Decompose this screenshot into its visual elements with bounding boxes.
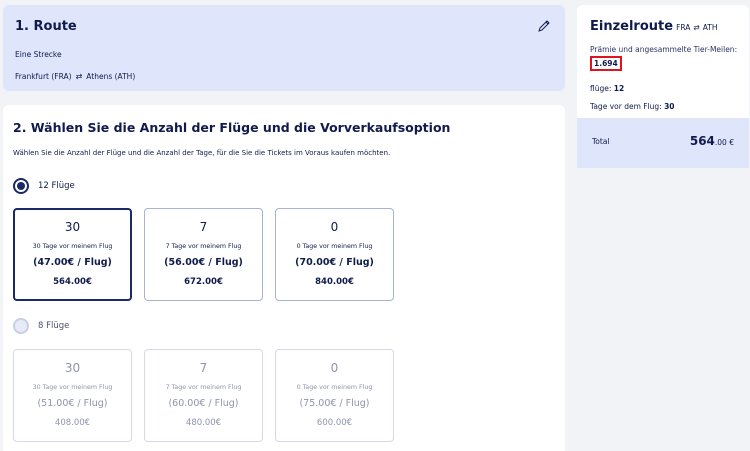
flights-label: flüge: bbox=[590, 84, 612, 93]
tier-miles-value: 1.694 bbox=[590, 56, 622, 71]
tier-miles-label: Prämie und angesammelte Tier-Meilen: bbox=[590, 45, 738, 54]
card-days: 30 bbox=[64, 361, 81, 375]
option-card-0-days[interactable]: 0 0 Tage vor meinem Flug (75.00€ / Flug)… bbox=[275, 349, 394, 442]
radio-label: 12 Flüge bbox=[38, 181, 75, 191]
radio-button-selected[interactable] bbox=[13, 178, 29, 194]
route-path: Frankfurt (FRA) ⇄ Athens (ATH) bbox=[15, 72, 135, 81]
days-value: 30 bbox=[664, 102, 675, 111]
card-price: 564.00€ bbox=[53, 277, 92, 287]
total-bar: Total 564.00 € bbox=[577, 118, 749, 168]
total-main: 564 bbox=[689, 134, 715, 148]
summary-title-row: Einzelroute FRA ⇄ ATH bbox=[590, 19, 718, 34]
option-card-7-days[interactable]: 7 7 Tage vor meinem Flug (60.00€ / Flug)… bbox=[144, 349, 263, 442]
option-cards-8: 30 30 Tage vor meinem Flug (51.00€ / Flu… bbox=[13, 349, 394, 442]
card-price: 408.00€ bbox=[54, 418, 91, 428]
option-card-30-days[interactable]: 30 30 Tage vor meinem Flug (51.00€ / Flu… bbox=[13, 349, 132, 442]
option-cards-12: 30 30 Tage vor meinem Flug (47.00€ / Flu… bbox=[13, 208, 394, 301]
card-per-flight: (60.00€ / Flug) bbox=[168, 398, 239, 409]
section-subtitle: Wählen Sie die Anzahl der Flüge und die … bbox=[13, 149, 391, 157]
card-days: 0 bbox=[330, 220, 339, 234]
destination-code: ATH bbox=[702, 23, 718, 32]
flights-count-row: flüge: 12 bbox=[590, 84, 624, 93]
route-origin: Frankfurt (FRA) bbox=[15, 72, 72, 81]
route-type: Eine Strecke bbox=[15, 50, 62, 59]
days-before-row: Tage vor dem Flug: 30 bbox=[590, 102, 675, 111]
flights-value: 12 bbox=[613, 84, 625, 93]
option-card-7-days[interactable]: 7 7 Tage vor meinem Flug (56.00€ / Flug)… bbox=[144, 208, 263, 301]
radio-label: 8 Flüge bbox=[38, 321, 70, 331]
summary-route-codes: FRA ⇄ ATH bbox=[676, 23, 717, 32]
card-days-label: 7 Tage vor meinem Flug bbox=[165, 384, 242, 391]
card-price: 600.00€ bbox=[316, 418, 353, 428]
section-title: 2. Wählen Sie die Anzahl der Flüge und d… bbox=[13, 120, 451, 135]
total-cents: .00 € bbox=[714, 138, 734, 147]
card-days: 0 bbox=[330, 361, 339, 375]
total-label: Total bbox=[592, 137, 610, 146]
card-days: 7 bbox=[199, 361, 208, 375]
swap-arrows-icon: ⇄ bbox=[693, 23, 700, 32]
card-days: 30 bbox=[64, 220, 81, 234]
card-days-label: 30 Tage vor meinem Flug bbox=[32, 384, 113, 391]
route-panel: 1. Route Eine Strecke Frankfurt (FRA) ⇄ … bbox=[3, 5, 565, 91]
card-price: 840.00€ bbox=[315, 277, 354, 287]
pencil-icon[interactable] bbox=[537, 19, 551, 33]
swap-arrows-icon: ⇄ bbox=[75, 72, 83, 81]
card-days-label: 0 Tage vor meinem Flug bbox=[296, 243, 373, 250]
days-label: Tage vor dem Flug: bbox=[590, 102, 662, 111]
card-per-flight: (70.00€ / Flug) bbox=[295, 257, 374, 268]
card-price: 672.00€ bbox=[184, 277, 223, 287]
radio-8-flights[interactable]: 8 Flüge bbox=[13, 318, 69, 334]
card-days-label: 0 Tage vor meinem Flug bbox=[296, 384, 373, 391]
card-per-flight: (75.00€ / Flug) bbox=[299, 398, 370, 409]
card-per-flight: (47.00€ / Flug) bbox=[33, 257, 112, 268]
card-days-label: 7 Tage vor meinem Flug bbox=[165, 243, 242, 250]
option-card-0-days[interactable]: 0 0 Tage vor meinem Flug (70.00€ / Flug)… bbox=[275, 208, 394, 301]
total-amount: 564.00 € bbox=[690, 134, 734, 148]
route-title: 1. Route bbox=[15, 19, 77, 34]
origin-code: FRA bbox=[676, 23, 691, 32]
card-per-flight: (56.00€ / Flug) bbox=[164, 257, 243, 268]
route-destination: Athens (ATH) bbox=[86, 72, 136, 81]
flight-selection-panel: 2. Wählen Sie die Anzahl der Flüge und d… bbox=[3, 105, 565, 451]
tier-miles-row: Prämie und angesammelte Tier-Meilen: 1.6… bbox=[590, 43, 740, 71]
card-days-label: 30 Tage vor meinem Flug bbox=[32, 243, 113, 250]
card-per-flight: (51.00€ / Flug) bbox=[37, 398, 108, 409]
summary-panel: Einzelroute FRA ⇄ ATH Prämie und angesam… bbox=[577, 5, 749, 118]
card-days: 7 bbox=[199, 220, 208, 234]
card-price: 480.00€ bbox=[185, 418, 222, 428]
radio-button-unselected[interactable] bbox=[13, 318, 29, 334]
radio-12-flights[interactable]: 12 Flüge bbox=[13, 178, 75, 194]
summary-title: Einzelroute bbox=[590, 19, 674, 34]
option-card-30-days[interactable]: 30 30 Tage vor meinem Flug (47.00€ / Flu… bbox=[13, 208, 132, 301]
